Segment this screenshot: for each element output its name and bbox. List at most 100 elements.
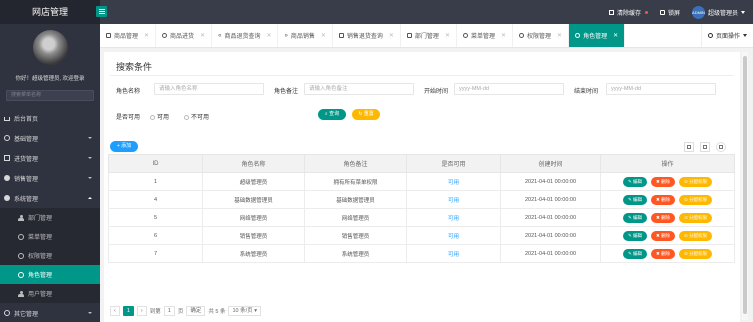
query-label: 查询 bbox=[329, 111, 340, 117]
close-icon[interactable]: ✕ bbox=[266, 32, 271, 39]
col-header-remark[interactable]: 角色备注 bbox=[304, 154, 407, 173]
edit-button[interactable]: ✎ 编辑 bbox=[622, 230, 647, 241]
query-button[interactable]: ⌕ 查询 bbox=[318, 109, 346, 120]
page-number-input[interactable]: 1 bbox=[163, 306, 175, 316]
end-time-input[interactable]: yyyy-MM-dd bbox=[606, 83, 716, 95]
header-right: 清除缓存 锁屏 ADMIN 超级管理员 bbox=[608, 0, 745, 24]
tab-label: 商品销售 bbox=[290, 34, 315, 40]
delete-button[interactable]: ✖ 删除 bbox=[650, 212, 676, 223]
sidebar-item-sales[interactable]: 销售管理 bbox=[0, 168, 100, 188]
assign-permission-button[interactable]: ⊙ 分配权限 bbox=[679, 176, 713, 187]
sidebar-item-basic[interactable]: 基础管理 bbox=[0, 128, 100, 148]
col-header-id[interactable]: ID bbox=[108, 154, 203, 173]
sidebar-item-system[interactable]: 系统管理 bbox=[0, 188, 100, 208]
page-operations-dropdown[interactable]: 页面操作 bbox=[700, 24, 753, 47]
tab-permission[interactable]: 权限管理 ✕ bbox=[513, 24, 570, 47]
user-menu[interactable]: ADMIN 超级管理员 bbox=[691, 5, 745, 19]
lock-screen-label: 锁屏 bbox=[667, 10, 680, 17]
assign-permission-button[interactable]: ⊙ 分配权限 bbox=[679, 248, 713, 259]
tab-department[interactable]: 部门管理 ✕ bbox=[401, 24, 457, 47]
sidebar-item-label: 菜单管理 bbox=[28, 235, 53, 241]
tab-purchase[interactable]: 商品进货 ✕ bbox=[156, 24, 213, 47]
col-header-created[interactable]: 创建时间 bbox=[500, 154, 601, 173]
sidebar-item-home[interactable]: 后台首页 bbox=[0, 108, 100, 128]
delete-button[interactable]: ✖ 删除 bbox=[650, 194, 676, 205]
prev-page-button[interactable]: ‹ bbox=[110, 306, 120, 316]
radio-unavailable[interactable]: 不可用 bbox=[184, 112, 209, 121]
col-header-name[interactable]: 角色名称 bbox=[202, 154, 305, 173]
delete-button[interactable]: ✖ 删除 bbox=[650, 248, 676, 259]
close-icon[interactable]: ✕ bbox=[144, 32, 149, 39]
edit-button[interactable]: ✎ 编辑 bbox=[622, 212, 647, 223]
add-button[interactable]: + 添加 bbox=[110, 141, 138, 152]
cell-id: 4 bbox=[108, 190, 203, 209]
sidebar-item-other[interactable]: 其它管理 bbox=[0, 303, 100, 322]
confirm-button[interactable]: 确定 bbox=[186, 306, 206, 316]
tab-menu[interactable]: 菜单管理 ✕ bbox=[457, 24, 514, 47]
close-icon[interactable]: ✕ bbox=[389, 32, 394, 39]
power-icon bbox=[162, 33, 168, 38]
print-icon[interactable] bbox=[716, 142, 726, 152]
radio-available[interactable]: 可用 bbox=[150, 112, 169, 121]
scrollbar-thumb[interactable] bbox=[743, 56, 747, 314]
close-icon[interactable]: ✕ bbox=[445, 32, 450, 39]
assign-permission-button[interactable]: ⊙ 分配权限 bbox=[679, 194, 713, 205]
tab-goods[interactable]: 商品管理 ✕ bbox=[100, 24, 157, 47]
col-header-available[interactable]: 是否可用 bbox=[406, 154, 501, 173]
sidebar-item-role[interactable]: 角色管理 bbox=[0, 265, 100, 284]
close-icon[interactable]: ✕ bbox=[200, 32, 205, 39]
tab-sales-return[interactable]: 销售退货查询 ✕ bbox=[333, 24, 401, 47]
radio-icon bbox=[150, 114, 155, 120]
cell-created: 2021-04-01 00:00:00 bbox=[500, 208, 601, 227]
user-avatar-image bbox=[33, 30, 68, 65]
role-name-input[interactable]: 请输入角色名称 bbox=[154, 83, 264, 95]
cell-name: 系统管理员 bbox=[202, 244, 305, 263]
sidebar-item-purchase[interactable]: 进货管理 bbox=[0, 148, 100, 168]
search-section-title: 搜索条件 bbox=[116, 62, 153, 72]
sidebar-item-menu[interactable]: 菜单管理 bbox=[0, 227, 100, 246]
tab-sales[interactable]: » 商品销售 ✕ bbox=[278, 24, 333, 47]
edit-label: 编辑 bbox=[632, 178, 642, 184]
avatar: ADMIN bbox=[691, 5, 705, 19]
edit-button[interactable]: ✎ 编辑 bbox=[622, 248, 647, 259]
menu-search-input[interactable]: 搜索菜单名称 bbox=[6, 90, 94, 101]
current-page[interactable]: 1 bbox=[122, 306, 134, 316]
table-row: 4 基础数据管理员 基础数据管理员 可用 2021-04-01 00:00:00… bbox=[108, 190, 735, 209]
close-icon[interactable]: ✕ bbox=[501, 32, 506, 39]
compass-icon bbox=[4, 310, 10, 316]
page-size-select[interactable]: 10 条/页 ▾ bbox=[228, 306, 261, 316]
assign-permission-button[interactable]: ⊙ 分配权限 bbox=[679, 230, 713, 241]
columns-filter-icon[interactable] bbox=[684, 142, 694, 152]
cell-name: 网络管理员 bbox=[202, 208, 305, 227]
sidebar-item-permission[interactable]: 权限管理 bbox=[0, 246, 100, 265]
user-icon bbox=[406, 33, 412, 38]
menu-toggle-icon[interactable] bbox=[96, 6, 107, 17]
assign-permission-button[interactable]: ⊙ 分配权限 bbox=[679, 212, 713, 223]
delete-label: 删除 bbox=[661, 196, 671, 202]
edit-button[interactable]: ✎ 编辑 bbox=[622, 194, 647, 205]
sidebar: 你好！超级管理员, 欢迎登录 搜索菜单名称 后台首页 基础管理 进货管理 销售管… bbox=[0, 24, 100, 322]
lock-screen-button[interactable]: 锁屏 bbox=[659, 8, 680, 17]
next-page-button[interactable]: › bbox=[136, 306, 147, 316]
clear-cache-button[interactable]: 清除缓存 bbox=[608, 8, 648, 17]
tab-role[interactable]: 角色管理 ✕ bbox=[569, 24, 626, 47]
edit-button[interactable]: ✎ 编辑 bbox=[622, 176, 647, 187]
delete-button[interactable]: ✖ 删除 bbox=[650, 176, 676, 187]
sidebar-item-user[interactable]: 用户管理 bbox=[0, 284, 100, 303]
delete-button[interactable]: ✖ 删除 bbox=[650, 230, 676, 241]
export-icon[interactable] bbox=[700, 142, 710, 152]
close-icon[interactable]: ✕ bbox=[557, 32, 562, 39]
start-time-input[interactable]: yyyy-MM-dd bbox=[454, 83, 564, 95]
sidebar-item-label: 权限管理 bbox=[28, 254, 53, 260]
cell-created: 2021-04-01 00:00:00 bbox=[500, 172, 601, 191]
sidebar-item-department[interactable]: 部门管理 bbox=[0, 208, 100, 227]
lock-icon bbox=[659, 9, 665, 15]
close-icon[interactable]: ✕ bbox=[613, 32, 618, 39]
trash-icon bbox=[608, 9, 614, 15]
role-remark-input[interactable]: 请输入角色备注 bbox=[304, 83, 414, 95]
tab-goods-return[interactable]: « 商品退货查询 ✕ bbox=[212, 24, 279, 47]
tab-label: 销售退货查询 bbox=[346, 34, 383, 40]
cart-icon bbox=[106, 33, 111, 38]
close-icon[interactable]: ✕ bbox=[321, 32, 326, 39]
reset-button[interactable]: ↻ 重置 bbox=[352, 109, 380, 120]
